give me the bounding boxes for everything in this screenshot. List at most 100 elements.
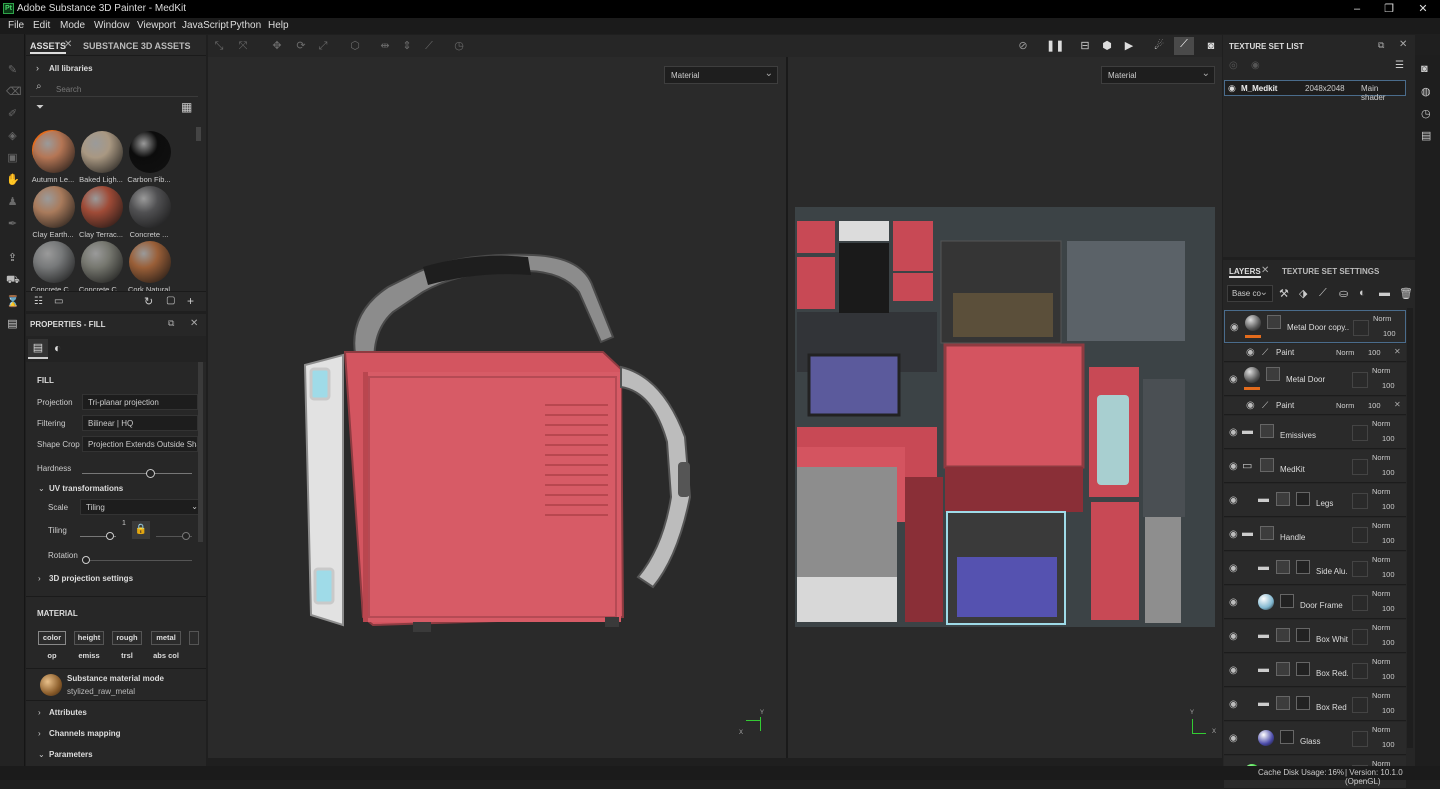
sublayer-paint[interactable]: ◉ ⟋ Paint Norm 100 ✕: [1224, 397, 1406, 415]
fill-layer-icon[interactable]: ⛀: [1339, 287, 1348, 300]
eye-icon[interactable]: ◉: [1246, 400, 1255, 411]
projection-3d-settings[interactable]: 3D projection settings: [49, 574, 133, 583]
layer-row[interactable]: ◉ ▬ Box White Norm 100: [1224, 620, 1406, 653]
geometry-mask-icon[interactable]: ◈: [6, 130, 19, 143]
minimize-icon[interactable]: –: [1350, 2, 1364, 16]
tiling-handle[interactable]: [106, 532, 114, 540]
blend-mode[interactable]: Norm: [1373, 314, 1391, 323]
shader-settings-icon[interactable]: ◍: [1421, 85, 1431, 98]
color-picker-icon[interactable]: ✒: [6, 218, 19, 231]
opacity[interactable]: 100: [1382, 672, 1395, 681]
blend-mode[interactable]: Norm: [1372, 555, 1390, 564]
hardness-slider[interactable]: [82, 473, 192, 474]
opacity[interactable]: 100: [1382, 434, 1395, 443]
tab-assets[interactable]: ASSETS: [30, 41, 67, 54]
blend-mode[interactable]: Norm: [1372, 691, 1390, 700]
material-thumbnail[interactable]: [81, 241, 123, 283]
opacity[interactable]: 100: [1382, 381, 1395, 390]
view-cube-icon[interactable]: ⬢: [1100, 39, 1114, 53]
lock-icon[interactable]: 🔒: [132, 521, 150, 539]
rotation-handle[interactable]: [82, 556, 90, 564]
channels-mapping-section[interactable]: Channels mapping: [49, 729, 121, 738]
paint-layer-icon[interactable]: ⟋: [1319, 287, 1327, 300]
material-thumbnail[interactable]: [129, 186, 171, 228]
eye-icon[interactable]: ◉: [1229, 699, 1238, 710]
sublayer-paint[interactable]: ◉ ⟋ Paint Norm 100 ✕: [1224, 344, 1406, 362]
measure-icon[interactable]: ⌛: [6, 296, 20, 309]
blend-mode[interactable]: Norm: [1372, 487, 1390, 496]
chevron-right-icon[interactable]: ›: [38, 574, 41, 583]
parameters-section[interactable]: Parameters: [49, 750, 93, 759]
symmetry-icon[interactable]: ⟋: [422, 39, 436, 53]
viewport-2d-mode-dropdown[interactable]: Material ⌄: [1101, 66, 1215, 84]
mask-icon[interactable]: ◐: [1359, 287, 1366, 299]
layer-row[interactable]: ◉ Door Frame Norm 100: [1224, 586, 1406, 619]
eye-icon[interactable]: ◉: [1229, 665, 1238, 676]
blend-mode[interactable]: Norm: [1372, 623, 1390, 632]
opacity[interactable]: 100: [1383, 329, 1396, 338]
opacity[interactable]: 100: [1382, 740, 1395, 749]
properties-icon[interactable]: ▤: [6, 318, 19, 331]
paint-brush-icon[interactable]: ✎: [6, 64, 19, 77]
hardness-handle[interactable]: [146, 469, 155, 478]
chip-op[interactable]: op: [38, 650, 66, 664]
layer-row[interactable]: ◉ ▬ Box Red Norm 100: [1224, 688, 1406, 721]
viewport-2d[interactable]: Material ⌄ X Y: [788, 57, 1222, 758]
clone-icon[interactable]: ♟: [6, 196, 19, 209]
align-icon[interactable]: ⇕: [400, 39, 414, 53]
polygon-fill-icon[interactable]: ▣: [6, 152, 19, 165]
tab-substance-assets[interactable]: SUBSTANCE 3D ASSETS: [83, 41, 191, 51]
projection-dropdown[interactable]: Tri-planar projection: [82, 394, 198, 410]
opacity[interactable]: 100: [1382, 468, 1395, 477]
menu-icon[interactable]: ☰: [1395, 60, 1404, 71]
layer-row[interactable]: ◉ ▬ Emissives Norm 100: [1224, 416, 1406, 449]
rotation-slider[interactable]: [82, 560, 192, 561]
material-thumbnail[interactable]: [129, 241, 171, 283]
transform-uv-icon[interactable]: ⤧: [236, 39, 250, 53]
fill-settings-icon[interactable]: ▤: [28, 339, 48, 359]
visibility-icon[interactable]: ◎: [1229, 60, 1238, 71]
display-settings-icon[interactable]: ◙: [1421, 63, 1428, 75]
menu-python[interactable]: Python: [230, 20, 261, 31]
delete-icon[interactable]: 🗑: [1399, 287, 1413, 300]
eye-icon[interactable]: ◉: [1229, 461, 1238, 472]
opacity[interactable]: 100: [1382, 502, 1395, 511]
layer-row[interactable]: ◉ Metal Door Norm 100: [1224, 363, 1406, 396]
blend-mode[interactable]: Norm: [1336, 348, 1354, 357]
viewport-3d[interactable]: Material ⌄ X Y: [208, 57, 786, 758]
channel-dropdown[interactable]: Base co ⌄: [1227, 285, 1273, 302]
blend-mode[interactable]: Norm: [1372, 589, 1390, 598]
filtering-dropdown[interactable]: Bilinear | HQ: [82, 415, 198, 431]
eye-icon[interactable]: ◉: [1229, 495, 1238, 506]
menu-edit[interactable]: Edit: [33, 20, 50, 31]
layer-row[interactable]: ◉ ▬ Handle Norm 100: [1224, 518, 1406, 551]
smart-material-icon[interactable]: ⬗: [1299, 287, 1307, 300]
close-properties-icon[interactable]: ✕: [190, 318, 198, 329]
opacity[interactable]: 100: [1368, 348, 1381, 357]
transform-icon[interactable]: ⤡: [212, 39, 226, 53]
all-libraries[interactable]: All libraries: [49, 64, 93, 73]
lighting-icon[interactable]: ☄: [1152, 39, 1166, 53]
menu-window[interactable]: Window: [94, 20, 130, 31]
undock-icon[interactable]: ⧉: [168, 318, 174, 329]
material-thumbnail[interactable]: [33, 131, 75, 173]
blend-mode[interactable]: Norm: [1372, 419, 1390, 428]
bake-icon[interactable]: ⇪: [6, 252, 19, 265]
layer-row[interactable]: ◉ Metal Door copy... Norm 100: [1224, 310, 1406, 343]
chip-rough[interactable]: rough: [112, 631, 142, 645]
folder-icon[interactable]: ▬: [1379, 287, 1390, 299]
blend-mode[interactable]: Norm: [1336, 401, 1354, 410]
cube-outline-icon[interactable]: ⬡: [348, 39, 362, 53]
menu-help[interactable]: Help: [268, 20, 289, 31]
eye-icon[interactable]: ◉: [1229, 733, 1238, 744]
chip-more[interactable]: [189, 631, 199, 645]
material-thumbnail[interactable]: [81, 131, 123, 173]
close-texture-set-icon[interactable]: ✕: [1399, 39, 1407, 50]
material-thumbnail[interactable]: [81, 186, 123, 228]
tab-layers[interactable]: LAYERS: [1229, 267, 1261, 278]
material-sphere-icon[interactable]: ◐: [54, 341, 61, 355]
chevron-down-icon-2[interactable]: ⌄: [38, 750, 45, 759]
chevron-right-icon-2[interactable]: ›: [38, 708, 41, 717]
eye-icon[interactable]: ◉: [1229, 427, 1238, 438]
folder-list-icon[interactable]: ▭: [54, 296, 63, 307]
